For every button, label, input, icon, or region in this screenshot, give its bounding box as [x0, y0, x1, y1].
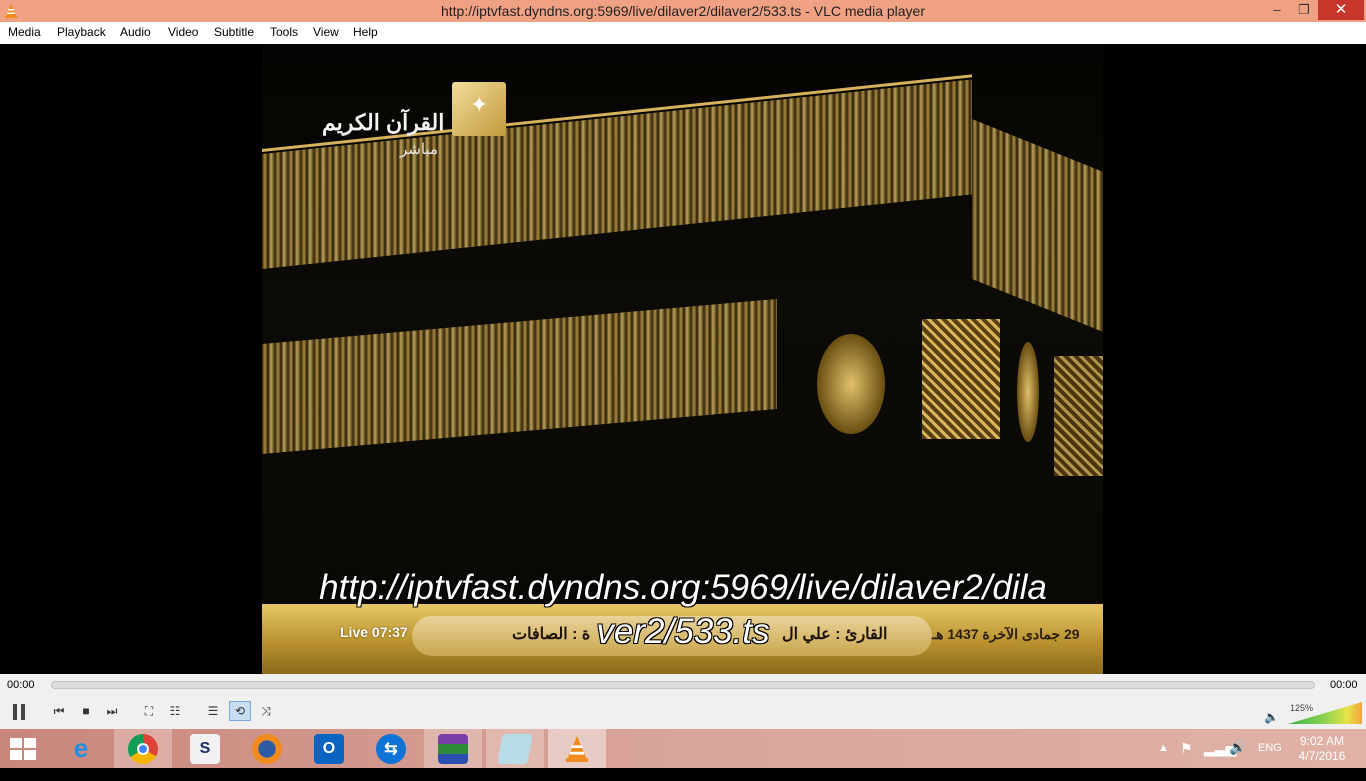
- menu-audio[interactable]: Audio: [120, 25, 151, 39]
- language-indicator[interactable]: ENG: [1258, 742, 1282, 781]
- next-button[interactable]: ⏭: [101, 701, 123, 721]
- menu-view[interactable]: View: [313, 25, 339, 39]
- show-hidden-icons[interactable]: ▲: [1158, 742, 1169, 781]
- jumper-icon: S: [190, 733, 220, 764]
- fullscreen-button[interactable]: ⛶: [138, 701, 160, 721]
- pause-button[interactable]: [6, 699, 32, 725]
- loop-icon: ⟲: [234, 704, 246, 718]
- minimize-button[interactable]: –: [1264, 0, 1290, 20]
- speaker-icon[interactable]: 🔈: [1264, 710, 1279, 724]
- taskbar-outlook[interactable]: O: [300, 729, 358, 768]
- menu-video[interactable]: Video: [168, 25, 198, 39]
- next-icon: ⏭: [106, 703, 118, 718]
- osd-line-2: ver2/533.ts: [596, 612, 770, 651]
- taskbar-internet-explorer[interactable]: e: [52, 729, 110, 768]
- palm-swords-icon: ✦: [470, 92, 489, 117]
- taskbar-winrar[interactable]: [424, 729, 482, 768]
- start-button[interactable]: [10, 738, 38, 760]
- fullscreen-icon: ⛶: [144, 703, 154, 718]
- outlook-icon: O: [314, 733, 344, 764]
- vlc-taskbar-icon: [562, 734, 592, 764]
- playlist-icon: ☰: [207, 704, 219, 718]
- volume-tray-icon[interactable]: 🔊: [1229, 739, 1246, 778]
- channel-logo: ✦: [452, 82, 506, 136]
- channel-status: مباشر: [400, 141, 438, 158]
- taskbar-chrome[interactable]: [114, 729, 172, 768]
- notepad-icon: [497, 733, 533, 764]
- taskbar-vlc[interactable]: [548, 729, 606, 768]
- equalizer-icon: ☷: [169, 704, 181, 718]
- windows-logo-icon: [10, 738, 22, 748]
- calligraphy-band-lower: [262, 298, 777, 454]
- firefox-icon: [252, 733, 282, 764]
- menu-tools[interactable]: Tools: [270, 25, 298, 39]
- action-center-icon[interactable]: ⚑: [1180, 740, 1193, 779]
- elapsed-time: 00:00: [7, 679, 35, 691]
- playlist-button[interactable]: ☰: [202, 701, 224, 721]
- calligraphy-band: [262, 79, 972, 269]
- total-time: 00:00: [1330, 679, 1358, 691]
- previous-button[interactable]: ⏮: [48, 701, 70, 721]
- internet-explorer-icon: e: [73, 733, 89, 763]
- clock-time: 9:02 AM: [1299, 734, 1345, 748]
- restore-button[interactable]: ❐: [1291, 0, 1317, 20]
- gold-medallion: [817, 334, 885, 434]
- video-area[interactable]: ✦ القرآن الكريم مباشر Live 07:37 ة : الص…: [0, 44, 1366, 674]
- menu-media[interactable]: Media: [8, 25, 41, 39]
- window-title: http://iptvfast.dyndns.org:5969/live/dil…: [440, 3, 926, 19]
- windows-taskbar: e S O ⇆ ▲ ⚑ ▂▃▅ 🔊 ENG 9:02 AM 4/7/2016: [0, 729, 1366, 768]
- osd-line-1: http://iptvfast.dyndns.org:5969/live/dil…: [319, 568, 1047, 607]
- channel-name: القرآن الكريم: [322, 110, 445, 135]
- taskbar-firefox[interactable]: [238, 729, 296, 768]
- chrome-icon: [128, 733, 158, 764]
- osd-stream-url: http://iptvfast.dyndns.org:5969/live/dil…: [0, 566, 1366, 654]
- seek-bar[interactable]: [51, 681, 1315, 689]
- teamviewer-icon: ⇆: [376, 733, 406, 764]
- taskbar-notepad[interactable]: [486, 729, 544, 768]
- loop-button[interactable]: ⟲: [229, 701, 251, 721]
- previous-icon: ⏮: [53, 703, 65, 718]
- taskbar-clock[interactable]: 9:02 AM 4/7/2016: [1292, 734, 1352, 764]
- stop-icon: ■: [82, 704, 90, 718]
- menu-help[interactable]: Help: [353, 25, 378, 39]
- menu-playback[interactable]: Playback: [57, 25, 106, 39]
- gold-medallion-small: [1017, 342, 1039, 442]
- winrar-icon: [438, 733, 468, 764]
- extended-settings-button[interactable]: ☷: [164, 701, 186, 721]
- close-button[interactable]: ✕: [1318, 0, 1364, 20]
- clock-date: 4/7/2016: [1298, 749, 1346, 763]
- taskbar-teamviewer[interactable]: ⇆: [362, 729, 420, 768]
- calligraphy-band-corner: [972, 119, 1103, 332]
- stop-button[interactable]: ■: [75, 701, 97, 721]
- volume-percent: 125%: [1290, 703, 1314, 713]
- title-bar: http://iptvfast.dyndns.org:5969/live/dil…: [0, 0, 1366, 22]
- gold-ornament: [922, 319, 1000, 439]
- taskbar-jumper[interactable]: S: [176, 729, 234, 768]
- gold-ornament-edge: [1054, 356, 1103, 476]
- menu-subtitle[interactable]: Subtitle: [214, 25, 254, 39]
- shuffle-button[interactable]: ⤨: [255, 701, 277, 721]
- player-controls: 00:00 00:00 ⏮ ■ ⏭ ⛶ ☷ ☰ ⟲ ⤨ 🔈 125%: [0, 674, 1366, 729]
- shuffle-icon: ⤨: [261, 703, 271, 718]
- menu-bar: Media Playback Audio Video Subtitle Tool…: [0, 22, 1366, 44]
